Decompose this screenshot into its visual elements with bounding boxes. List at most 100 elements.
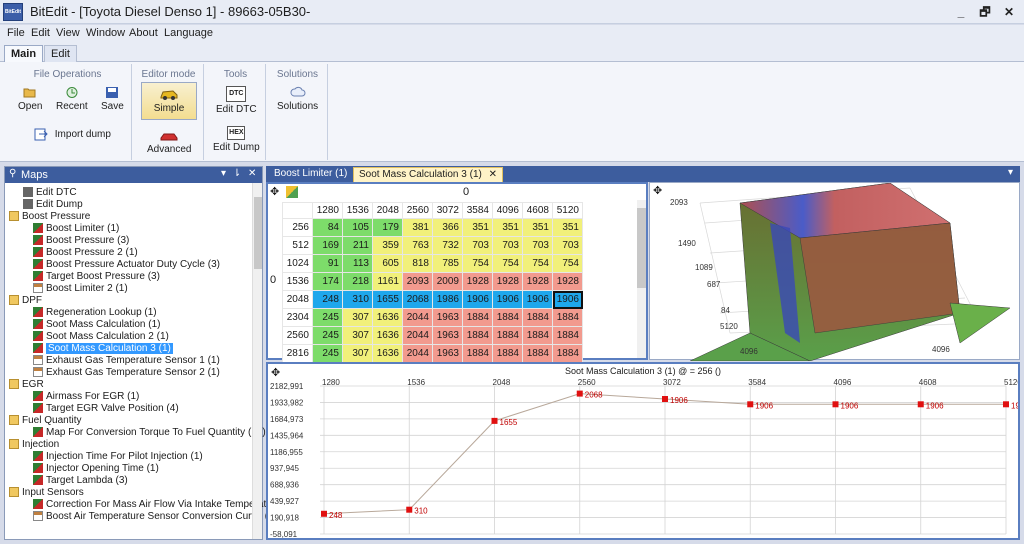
table-cell[interactable]: 113 [342,254,373,273]
table-cell[interactable]: 818 [402,254,433,273]
advanced-mode-button[interactable]: Advanced [147,130,191,155]
tree-item[interactable]: Boost Pressure (3) [9,235,251,247]
table-cell[interactable]: 1906 [552,290,583,309]
table-cell[interactable]: 754 [492,254,523,273]
table-cell[interactable]: 1884 [552,308,583,327]
tree-item[interactable]: Regeneration Lookup (1) [9,307,251,319]
tree-item[interactable]: Edit DTC [9,187,251,199]
tree-item[interactable]: Boost Air Temperature Sensor Conversion … [9,511,277,523]
menu-window[interactable]: Window [86,27,125,39]
table-cell[interactable]: 605 [372,254,403,273]
tree-item[interactable]: Exhaust Gas Temperature Sensor 1 (1) [9,355,251,367]
tree-item[interactable]: Soot Mass Calculation 2 (1) [9,331,251,343]
table-cell[interactable]: 105 [342,218,373,237]
save-button[interactable]: Save [101,86,124,112]
menu-file[interactable]: File [7,27,25,39]
table-cell[interactable]: 1161 [372,272,403,291]
tree-item[interactable]: Target Boost Pressure (3) [9,271,251,283]
table-cell[interactable]: 307 [342,344,373,363]
table-cell[interactable]: 381 [402,218,433,237]
tree-item[interactable]: Target Lambda (3) [9,475,251,487]
table-cell[interactable]: 1928 [522,272,553,291]
table-cell[interactable]: 1884 [492,344,523,363]
table-cell[interactable]: 732 [432,236,463,255]
tree-item[interactable]: Injection Time For Pilot Injection (1) [9,451,251,463]
restore-button[interactable]: 🗗 [974,3,996,21]
tab-list-icon[interactable]: ▾ [1008,167,1013,178]
menu-about[interactable]: About [129,27,158,39]
table-cell[interactable]: 1928 [462,272,493,291]
table-cell[interactable]: 1884 [462,344,493,363]
tree-item[interactable]: Correction For Mass Air Flow Via Intake … [9,499,281,511]
edit-dump-button[interactable]: HEX Edit Dump [213,126,260,153]
tree-item[interactable]: Soot Mass Calculation 3 (1) [9,343,251,355]
tree-item[interactable]: Injection [9,439,251,451]
table-cell[interactable]: 351 [462,218,493,237]
table-cell[interactable]: 1928 [552,272,583,291]
table-cell[interactable]: 1906 [522,290,553,309]
table-cell[interactable]: 754 [462,254,493,273]
tab-boost-limiter[interactable]: Boost Limiter (1) [269,167,352,182]
table-cell[interactable]: 1986 [432,290,463,309]
table-cell[interactable]: 307 [342,326,373,345]
table-cell[interactable]: 245 [312,326,343,345]
table-cell[interactable]: 1884 [492,308,523,327]
table-cell[interactable]: 2009 [432,272,463,291]
table-cell[interactable]: 1636 [372,326,403,345]
table-scroll-thumb[interactable] [637,208,646,288]
table-cell[interactable]: 703 [552,236,583,255]
table-cell[interactable]: 307 [342,308,373,327]
table-cell[interactable]: 211 [342,236,373,255]
table-cell[interactable]: 179 [372,218,403,237]
map-3d-plot[interactable]: ✥ 2093 1490 1089 687 84 5120 4096 4096 [649,182,1020,361]
table-cell[interactable]: 1884 [492,326,523,345]
table-cell[interactable]: 351 [522,218,553,237]
tree-item[interactable]: Boost Pressure 2 (1) [9,247,251,259]
table-cell[interactable]: 703 [522,236,553,255]
tab-soot-mass-calculation-3[interactable]: Soot Mass Calculation 3 (1) ✕ [353,167,504,182]
table-cell[interactable]: 1884 [552,326,583,345]
table-cell[interactable]: 2044 [402,344,433,363]
table-cell[interactable]: 310 [342,290,373,309]
tree-item[interactable]: Input Sensors [9,487,251,499]
table-cell[interactable]: 1928 [492,272,523,291]
tab-edit[interactable]: Edit [44,45,77,63]
table-cell[interactable]: 1636 [372,308,403,327]
table-cell[interactable]: 785 [432,254,463,273]
tree-item[interactable]: DPF [9,295,251,307]
table-cell[interactable]: 1963 [432,344,463,363]
simple-mode-button[interactable]: Simple [141,82,197,120]
table-cell[interactable]: 248 [312,290,343,309]
table-cell[interactable]: 2093 [402,272,433,291]
tree-item[interactable]: Boost Limiter (1) [9,223,251,235]
tree-item[interactable]: Boost Limiter 2 (1) [9,283,251,295]
tree-item[interactable]: Boost Pressure Actuator Duty Cycle (3) [9,259,251,271]
table-cell[interactable]: 91 [312,254,343,273]
table-cell[interactable]: 2044 [402,308,433,327]
tree-item[interactable]: Exhaust Gas Temperature Sensor 2 (1) [9,367,251,379]
table-cell[interactable]: 218 [342,272,373,291]
table-cell[interactable]: 1963 [432,308,463,327]
recent-button[interactable]: Recent [56,86,88,112]
close-tab-icon[interactable]: ✕ [489,169,497,180]
table-cell[interactable]: 1884 [522,344,553,363]
table-cell[interactable]: 169 [312,236,343,255]
table-cell[interactable]: 1636 [372,344,403,363]
tree-item[interactable]: Soot Mass Calculation (1) [9,319,251,331]
table-cell[interactable]: 245 [312,344,343,363]
table-cell[interactable]: 245 [312,308,343,327]
table-cell[interactable]: 1884 [522,326,553,345]
table-cell[interactable]: 174 [312,272,343,291]
table-cell[interactable]: 351 [492,218,523,237]
table-cell[interactable]: 366 [432,218,463,237]
table-cell[interactable]: 754 [552,254,583,273]
table-cell[interactable]: 2068 [402,290,433,309]
menu-language[interactable]: Language [164,27,213,39]
table-cell[interactable]: 1906 [492,290,523,309]
table-cell[interactable]: 1655 [372,290,403,309]
open-button[interactable]: Open [18,86,42,112]
table-cell[interactable]: 703 [492,236,523,255]
table-cell[interactable]: 1906 [462,290,493,309]
table-cell[interactable]: 84 [312,218,343,237]
close-button[interactable]: ✕ [998,3,1020,21]
